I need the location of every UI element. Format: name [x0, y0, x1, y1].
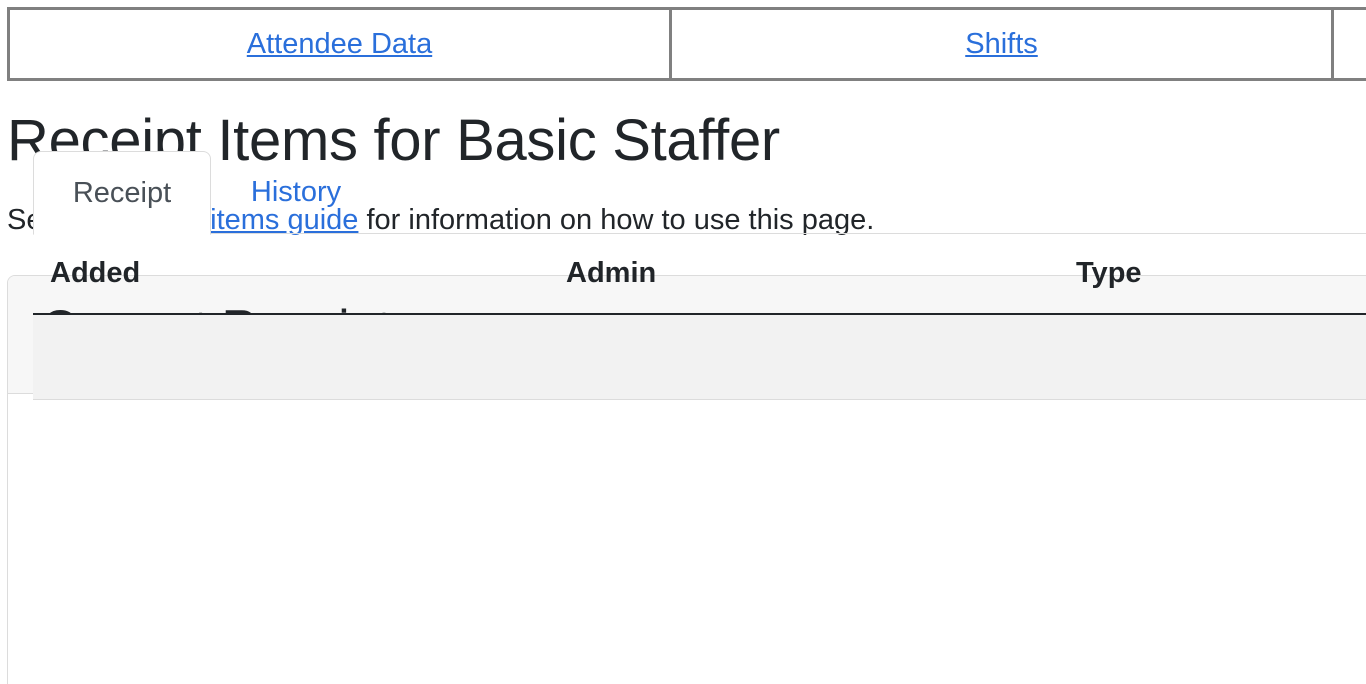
table-cell: [549, 314, 1059, 400]
nav-link-shifts[interactable]: Shifts: [965, 28, 1038, 61]
nav-cell-attendee-data: Attendee Data: [10, 10, 672, 78]
receipt-table: Added Admin Type: [33, 234, 1366, 400]
page: Attendee Data Shifts Receipt Items for B…: [0, 0, 1366, 684]
nav-cell-shifts: Shifts: [672, 10, 1334, 78]
table-row: [33, 314, 1366, 400]
top-nav-table: Attendee Data Shifts: [7, 7, 1366, 81]
column-header-admin[interactable]: Admin: [549, 234, 1059, 315]
column-header-added[interactable]: Added: [33, 234, 549, 315]
receipt-tabs: Receipt History: [33, 151, 1366, 235]
table-header-row: Added Admin Type: [33, 234, 1366, 315]
column-header-type[interactable]: Type: [1059, 234, 1366, 315]
tab-receipt[interactable]: Receipt: [33, 151, 211, 235]
tab-history[interactable]: History: [211, 151, 381, 234]
table-cell: [33, 314, 549, 400]
nav-cell-overflow: [1334, 10, 1366, 78]
nav-link-attendee-data[interactable]: Attendee Data: [247, 28, 432, 61]
table-cell: [1059, 314, 1366, 400]
